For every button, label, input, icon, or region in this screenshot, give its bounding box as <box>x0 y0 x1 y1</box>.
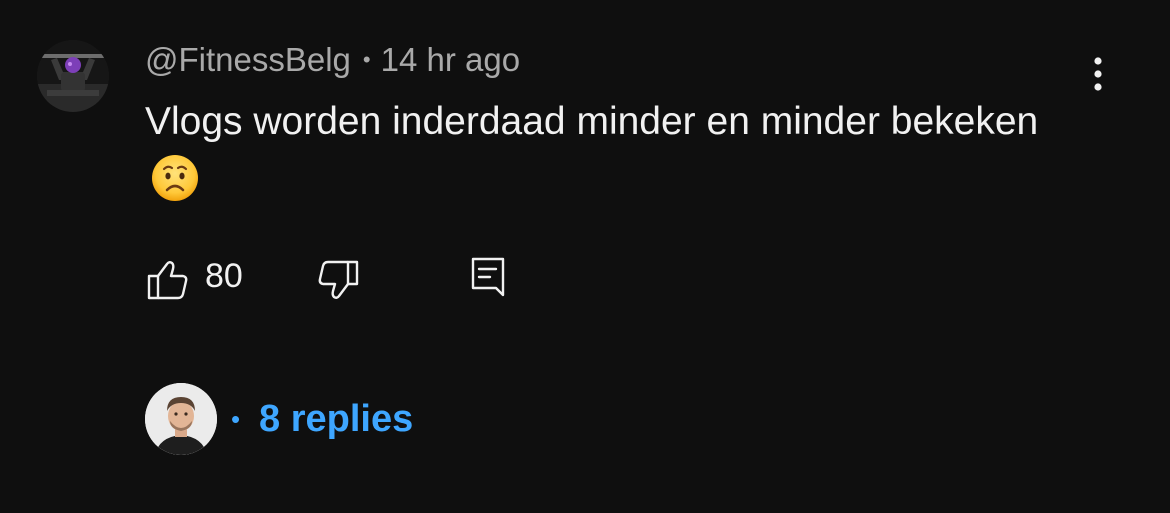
reply-avatar <box>145 383 217 455</box>
comment-text-content: Vlogs worden inderdaad minder en minder … <box>145 100 1039 143</box>
dislike-button[interactable] <box>313 252 361 300</box>
more-vertical-icon <box>1094 57 1102 91</box>
meta-separator: • <box>362 47 371 72</box>
author-avatar[interactable] <box>37 40 109 112</box>
thumbs-up-icon <box>147 261 188 300</box>
thumbs-down-icon <box>318 260 359 299</box>
comment-thread: @FitnessBelg • 14 hr ago Vlogs worden inde… <box>0 0 1170 513</box>
author-handle[interactable]: @FitnessBelg <box>145 41 351 78</box>
replies-count[interactable]: 8 replies <box>259 397 413 441</box>
replies-separator: • <box>231 404 241 434</box>
comment-menu-button[interactable] <box>1084 54 1112 98</box>
comment-timestamp: 14 hr ago <box>380 41 521 78</box>
author-avatar-image <box>37 40 109 112</box>
like-count: 80 <box>205 257 243 295</box>
comment-text: Vlogs worden inderdaad minder en minder … <box>145 92 1045 219</box>
worried-face-icon <box>151 154 199 219</box>
comment-meta: @FitnessBelg • 14 hr ago <box>145 38 520 82</box>
reply-comment-icon <box>471 257 505 297</box>
reply-button[interactable] <box>465 252 513 300</box>
reply-avatar-image <box>145 383 217 455</box>
like-button[interactable]: 80 <box>145 252 265 300</box>
